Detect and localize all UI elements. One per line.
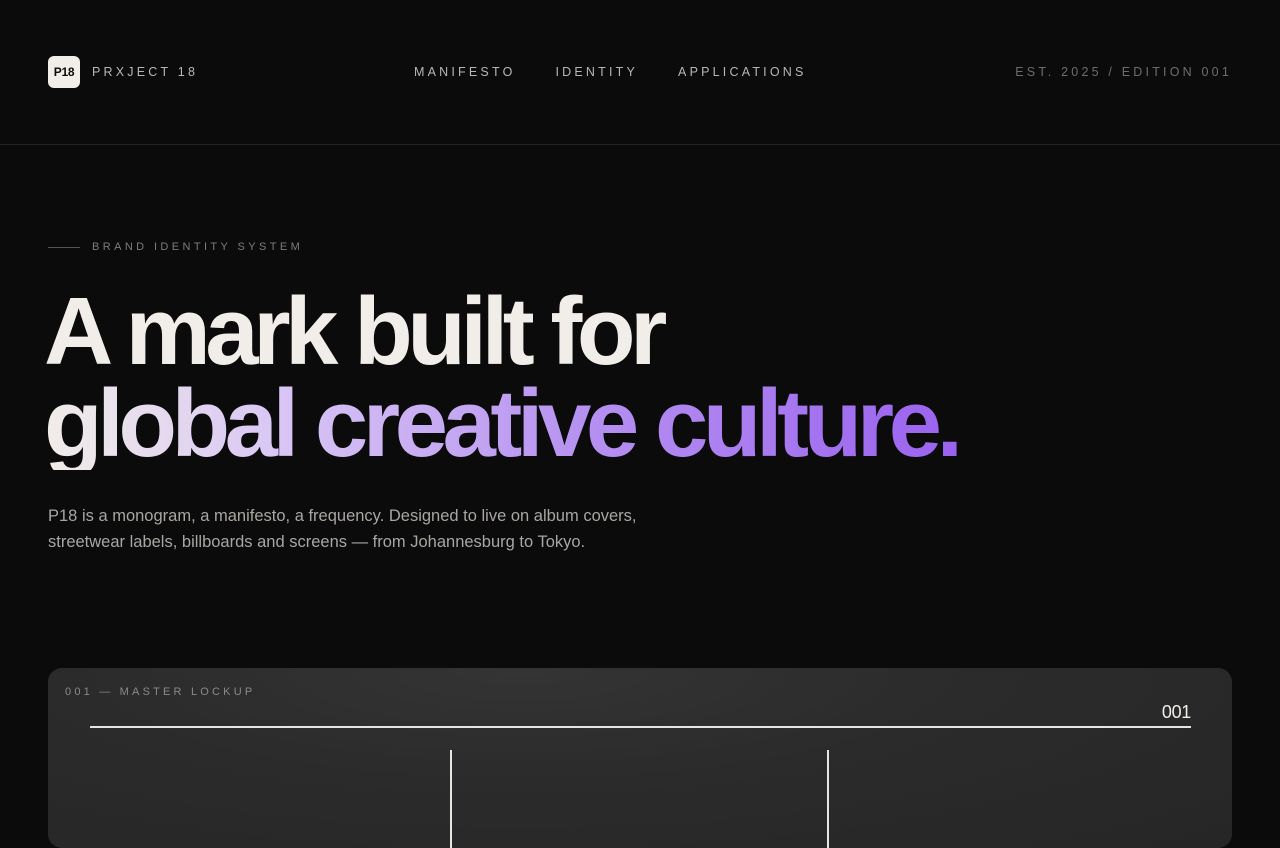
card-number: 001	[1161, 702, 1191, 722]
headline-line-2: global creative culture.	[44, 370, 963, 477]
card-label: 001 — MASTER LOCKUP	[65, 686, 256, 698]
nav-link-applications[interactable]: APPLICATIONS	[678, 64, 806, 80]
brand-name[interactable]: PRXJECT 18	[92, 65, 198, 79]
headline-line-1: A mark built for	[44, 278, 667, 385]
lockup-guide-line-right	[827, 750, 829, 848]
edition-label: EST. 2025 / EDITION 001	[1015, 65, 1232, 79]
site-header: P18 PRXJECT 18 MANIFESTO IDENTITY APPLIC…	[0, 0, 1280, 145]
hero-description: P18 is a monogram, a manifesto, a freque…	[48, 507, 637, 551]
main-nav: MANIFESTO IDENTITY APPLICATIONS	[414, 64, 847, 80]
lockup-guide-line-left	[450, 750, 452, 848]
eyebrow: BRAND IDENTITY SYSTEM	[48, 240, 303, 254]
brand[interactable]: P18 PRXJECT 18	[48, 56, 198, 88]
nav-link-manifesto[interactable]: MANIFESTO	[414, 64, 516, 80]
hero-headline: A mark built for global creative culture…	[44, 278, 963, 477]
lockup-rule	[90, 726, 1191, 728]
eyebrow-divider	[48, 246, 80, 248]
master-lockup-card: 001 — MASTER LOCKUP 001	[48, 668, 1232, 848]
eyebrow-text: BRAND IDENTITY SYSTEM	[92, 241, 304, 253]
nav-link-identity[interactable]: IDENTITY	[556, 64, 639, 80]
logo-mark[interactable]: P18	[48, 56, 80, 88]
